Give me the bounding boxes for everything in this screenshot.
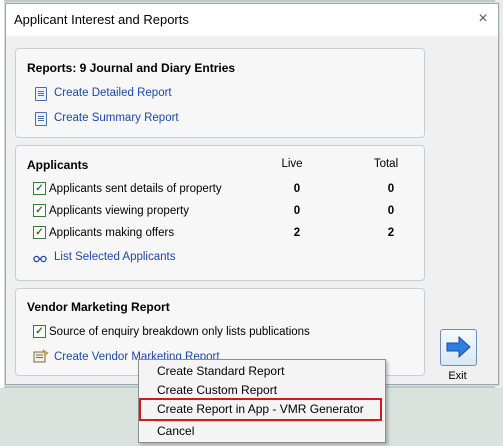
reports-title: Reports: 9 Journal and Diary Entries	[27, 61, 236, 75]
applicants-panel: Applicants Live Total ✓ Applicants sent …	[15, 145, 425, 281]
create-detailed-report-link[interactable]: Create Detailed Report	[54, 87, 172, 99]
applicants-sent-checkbox[interactable]: ✓	[33, 182, 46, 195]
applicants-viewing-live: 0	[293, 205, 301, 217]
arrow-right-icon	[446, 335, 471, 361]
close-icon[interactable]: ×	[474, 10, 492, 28]
menu-separator	[155, 421, 375, 422]
applicants-sent-total: 0	[387, 183, 395, 195]
glasses-icon	[33, 252, 47, 263]
vendor-report-icon	[33, 349, 49, 363]
applicants-offers-total: 2	[387, 227, 395, 239]
source-of-enquiry-checkbox[interactable]: ✓	[33, 325, 46, 338]
applicants-offers-live: 2	[293, 227, 301, 239]
create-summary-report-link[interactable]: Create Summary Report	[54, 112, 179, 124]
applicants-sent-label: Applicants sent details of property	[49, 183, 222, 195]
menu-item-create-standard-report[interactable]: Create Standard Report	[157, 364, 284, 378]
dialog-title: Applicant Interest and Reports	[6, 4, 498, 36]
exit-label: Exit	[448, 370, 467, 382]
applicants-viewing-label: Applicants viewing property	[49, 205, 189, 217]
report-document-icon	[35, 87, 47, 101]
applicants-offers-checkbox[interactable]: ✓	[33, 226, 46, 239]
reports-panel: Reports: 9 Journal and Diary Entries Cre…	[15, 48, 425, 138]
applicants-viewing-total: 0	[387, 205, 395, 217]
menu-item-create-custom-report[interactable]: Create Custom Report	[157, 383, 277, 397]
report-document-icon	[35, 112, 47, 126]
menu-item-create-report-in-app[interactable]: Create Report in App - VMR Generator	[157, 402, 364, 416]
applicant-interest-dialog: Applicant Interest and Reports × Reports…	[5, 3, 499, 385]
background-app-left	[0, 0, 4, 446]
applicants-viewing-checkbox[interactable]: ✓	[33, 204, 46, 217]
vendor-report-context-menu: Create Standard Report Create Custom Rep…	[138, 359, 386, 443]
applicants-sent-live: 0	[293, 183, 301, 195]
live-column-header: Live	[281, 158, 303, 170]
applicants-title: Applicants	[27, 158, 89, 172]
total-column-header: Total	[373, 158, 399, 170]
vendor-title: Vendor Marketing Report	[27, 300, 170, 314]
list-selected-applicants-link[interactable]: List Selected Applicants	[54, 251, 175, 263]
exit-button[interactable]	[440, 329, 477, 366]
source-of-enquiry-label: Source of enquiry breakdown only lists p…	[49, 326, 310, 338]
applicants-offers-label: Applicants making offers	[49, 227, 175, 239]
dialog-body: Reports: 9 Journal and Diary Entries Cre…	[6, 36, 498, 384]
menu-item-cancel[interactable]: Cancel	[157, 424, 194, 438]
